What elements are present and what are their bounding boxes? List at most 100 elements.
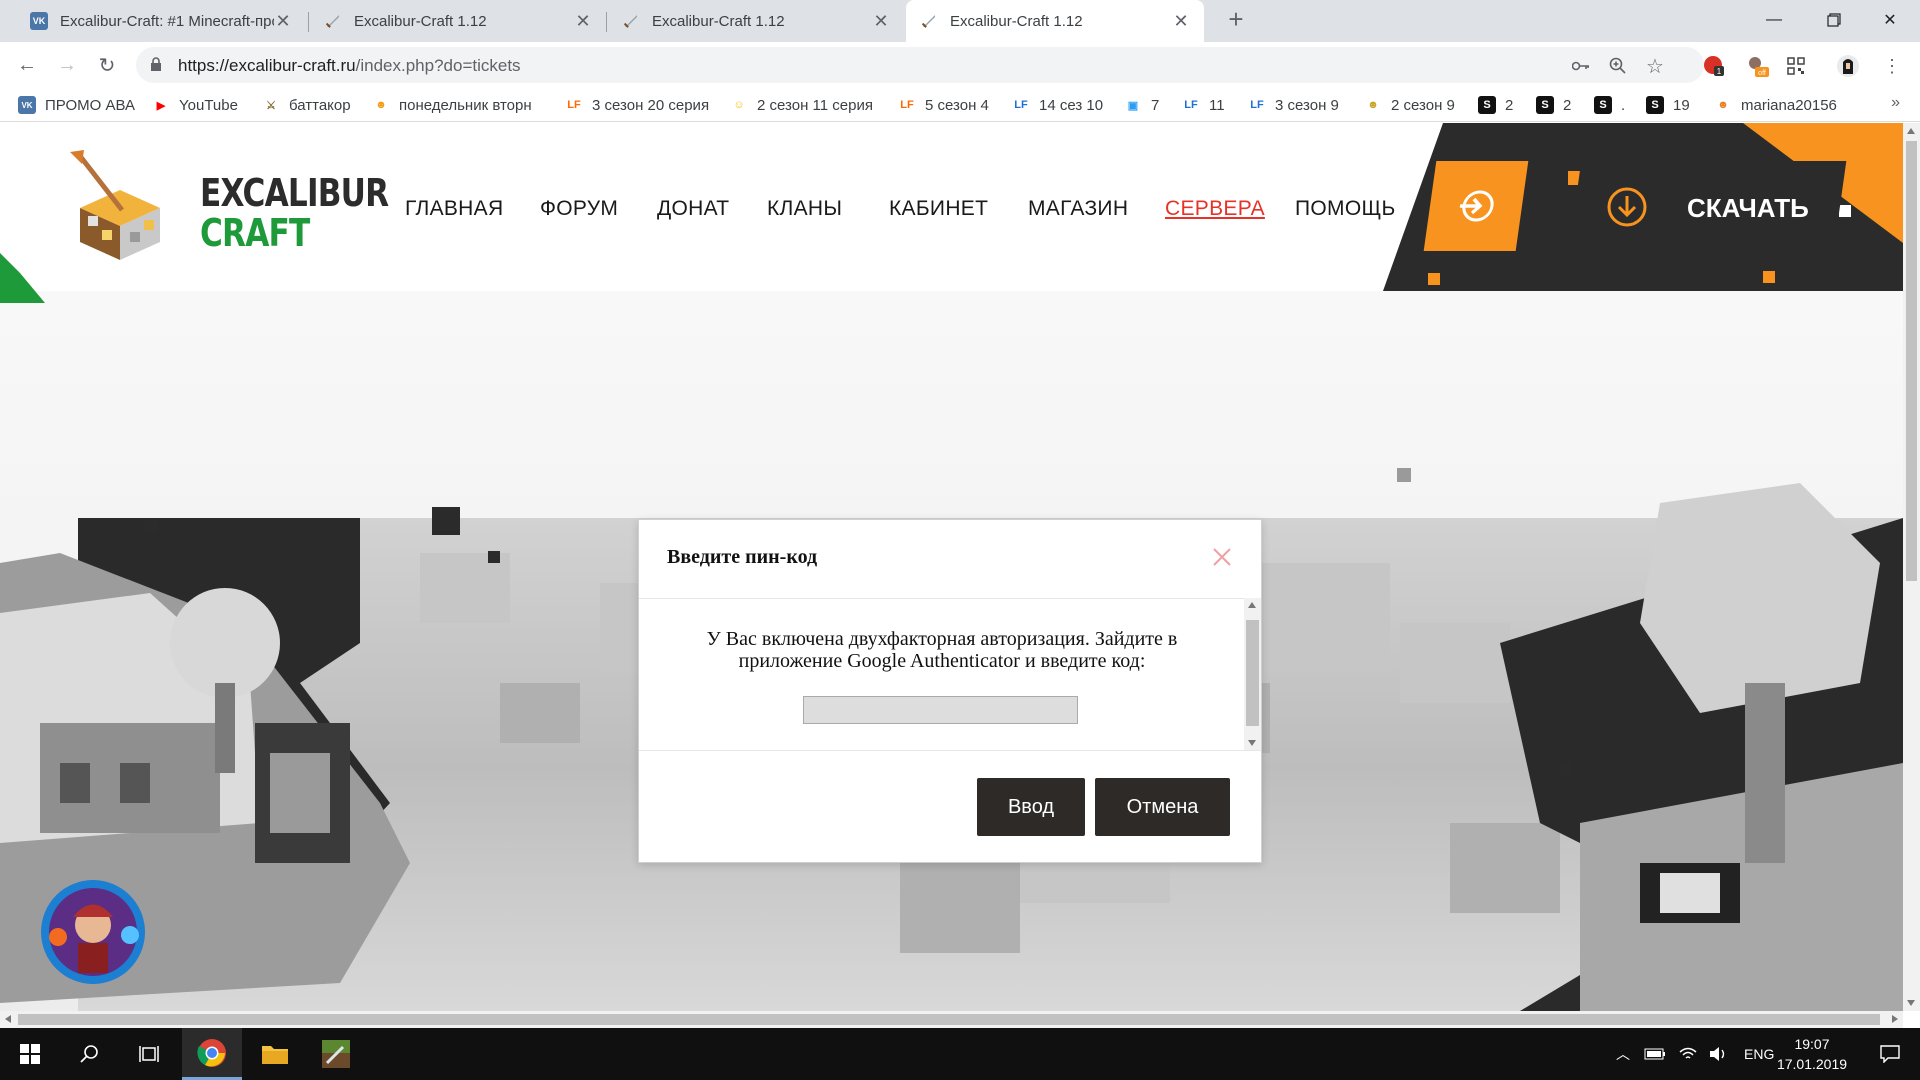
extension-off-icon[interactable]: off: [1746, 54, 1770, 78]
close-icon[interactable]: ✕: [1172, 11, 1190, 32]
back-button[interactable]: ←: [12, 50, 42, 80]
bookmark-item[interactable]: ☻ 2 сезон 9: [1364, 95, 1455, 115]
key-icon[interactable]: [1568, 53, 1594, 79]
nav-servers[interactable]: СЕРВЕРА: [1165, 197, 1265, 221]
page-vertical-scrollbar[interactable]: [1903, 123, 1920, 1011]
wifi-icon[interactable]: [1678, 1046, 1698, 1062]
bookmark-favicon-icon: ▣: [1127, 99, 1139, 112]
reload-button[interactable]: ↻: [92, 50, 122, 80]
zoom-icon[interactable]: [1605, 53, 1631, 79]
scroll-up-arrow-icon[interactable]: [1907, 128, 1915, 134]
bookmark-favicon-icon: S: [1594, 96, 1612, 114]
pin-code-input[interactable]: [803, 696, 1078, 724]
bookmark-favicon-icon: ☺: [733, 99, 745, 111]
bookmark-item[interactable]: S.: [1594, 95, 1625, 115]
scroll-down-arrow-icon[interactable]: [1907, 1000, 1915, 1006]
bookmark-item[interactable]: LF 11: [1182, 95, 1224, 115]
bookmark-label: 2 сезон 9: [1391, 96, 1455, 114]
nav-forum[interactable]: ФОРУМ: [540, 197, 618, 221]
bookmark-item[interactable]: S 19: [1646, 95, 1690, 115]
login-arrow-icon: [1459, 190, 1494, 222]
maximize-button[interactable]: [1806, 0, 1862, 40]
language-indicator[interactable]: ENG: [1744, 1046, 1774, 1062]
close-icon[interactable]: ✕: [574, 11, 592, 32]
bookmark-item[interactable]: ▶ YouTube: [152, 95, 238, 115]
chrome-taskbar-icon[interactable]: [182, 1028, 242, 1080]
bookmark-item[interactable]: S2: [1478, 95, 1513, 115]
bookmark-item[interactable]: LF 5 сезон 4: [898, 95, 989, 115]
bookmark-star-icon[interactable]: ☆: [1642, 53, 1668, 79]
download-icon: [1607, 187, 1647, 227]
submit-button[interactable]: Ввод: [977, 778, 1085, 836]
bookmark-label: .: [1621, 96, 1626, 114]
login-button[interactable]: [1423, 161, 1529, 251]
bookmark-label: 14 сез 10: [1039, 96, 1104, 114]
dialog-body: У Вас включена двухфакторная авторизация…: [639, 598, 1244, 750]
bookmark-item[interactable]: ▣ 7: [1124, 95, 1160, 115]
bookmark-item[interactable]: LF 3 сезон 20 серия: [565, 95, 709, 115]
bookmark-item[interactable]: S2: [1536, 95, 1571, 115]
nav-clans[interactable]: КЛАНЫ: [767, 197, 842, 221]
tab-1[interactable]: VK Excalibur-Craft: #1 Minecraft-про ✕: [16, 0, 306, 42]
windows-start-icon[interactable]: [0, 1028, 60, 1080]
mascot-avatar[interactable]: [38, 877, 148, 987]
adblock-icon[interactable]: 1: [1702, 54, 1726, 78]
bookmark-item[interactable]: LF 14 сез 10: [1012, 95, 1103, 115]
bookmark-item[interactable]: ⚔ баттакор: [262, 95, 351, 115]
page-horizontal-scrollbar[interactable]: [0, 1011, 1903, 1028]
dialog-scroll-thumb[interactable]: [1246, 620, 1259, 726]
notifications-icon[interactable]: [1860, 1028, 1920, 1080]
nav-home[interactable]: ГЛАВНАЯ: [405, 197, 503, 221]
scroll-right-arrow-icon[interactable]: [1892, 1015, 1898, 1023]
nav-donate[interactable]: ДОНАТ: [657, 197, 729, 221]
chevron-up-icon[interactable]: ︿: [1608, 1044, 1638, 1064]
download-label[interactable]: СКАЧАТЬ: [1687, 193, 1809, 224]
nav-shop[interactable]: МАГАЗИН: [1028, 197, 1128, 221]
cancel-button[interactable]: Отмена: [1095, 778, 1230, 836]
bookmark-item[interactable]: ☻ mariana20156: [1714, 95, 1837, 115]
logo-title[interactable]: EXCALIBUR: [200, 171, 389, 215]
new-tab-button[interactable]: +: [1222, 6, 1250, 34]
bookmark-item[interactable]: LF 3 сезон 9: [1248, 95, 1339, 115]
battery-icon[interactable]: [1644, 1048, 1666, 1060]
site-header: EXCALIBUR CRAFT ГЛАВНАЯ ФОРУМ ДОНАТ КЛАН…: [0, 123, 1903, 303]
menu-dots-icon[interactable]: ⋮: [1880, 54, 1904, 78]
forward-button[interactable]: →: [52, 50, 82, 80]
task-view-icon[interactable]: [120, 1028, 180, 1080]
close-window-button[interactable]: ✕: [1862, 0, 1918, 40]
two-factor-message: У Вас включена двухфакторная авторизация…: [706, 628, 1178, 672]
bookmark-item[interactable]: VK ПРОМО АВА: [18, 95, 135, 115]
page-scroll-thumb[interactable]: [1906, 141, 1917, 581]
logo-subtitle[interactable]: CRAFT: [200, 211, 310, 255]
bookmark-label: 3 сезон 9: [1275, 96, 1339, 114]
close-icon[interactable]: ✕: [274, 11, 292, 32]
page-hscroll-thumb[interactable]: [18, 1014, 1880, 1025]
close-icon[interactable]: [1211, 546, 1233, 568]
minecraft-launcher-icon[interactable]: [306, 1028, 366, 1080]
profile-avatar[interactable]: [1836, 54, 1860, 78]
scroll-down-arrow-icon[interactable]: [1248, 740, 1256, 746]
nav-cabinet[interactable]: КАБИНЕТ: [889, 197, 988, 221]
clock[interactable]: 19:07 17.01.2019: [1772, 1034, 1852, 1074]
tab-4-active[interactable]: Excalibur-Craft 1.12 ✕: [906, 0, 1204, 42]
logo-cube-icon[interactable]: [60, 148, 178, 266]
scroll-left-arrow-icon[interactable]: [5, 1015, 11, 1023]
qr-code-icon[interactable]: [1784, 54, 1808, 78]
file-explorer-icon[interactable]: [245, 1028, 305, 1080]
bookmark-item[interactable]: ☺ 2 сезон 11 серия: [730, 95, 873, 115]
minimize-button[interactable]: —: [1746, 0, 1802, 40]
search-icon[interactable]: [60, 1028, 120, 1080]
bookmark-favicon-icon: LF: [1250, 99, 1264, 111]
bookmark-label: 2: [1563, 96, 1572, 114]
bookmarks-overflow-button[interactable]: »: [1891, 94, 1900, 112]
scroll-up-arrow-icon[interactable]: [1248, 602, 1256, 608]
close-icon[interactable]: ✕: [872, 11, 890, 32]
tab-2[interactable]: Excalibur-Craft 1.12 ✕: [310, 0, 606, 42]
bookmark-item[interactable]: ☻ понедельник вторн: [372, 95, 539, 115]
bookmark-favicon-icon: LF: [567, 99, 581, 111]
dialog-scrollbar[interactable]: [1244, 598, 1261, 750]
nav-help[interactable]: ПОМОЩЬ: [1295, 197, 1396, 221]
tab-3[interactable]: Excalibur-Craft 1.12 ✕: [608, 0, 904, 42]
address-bar[interactable]: https://excalibur-craft.ru/index.php?do=…: [136, 47, 1704, 83]
volume-icon[interactable]: [1708, 1046, 1728, 1062]
